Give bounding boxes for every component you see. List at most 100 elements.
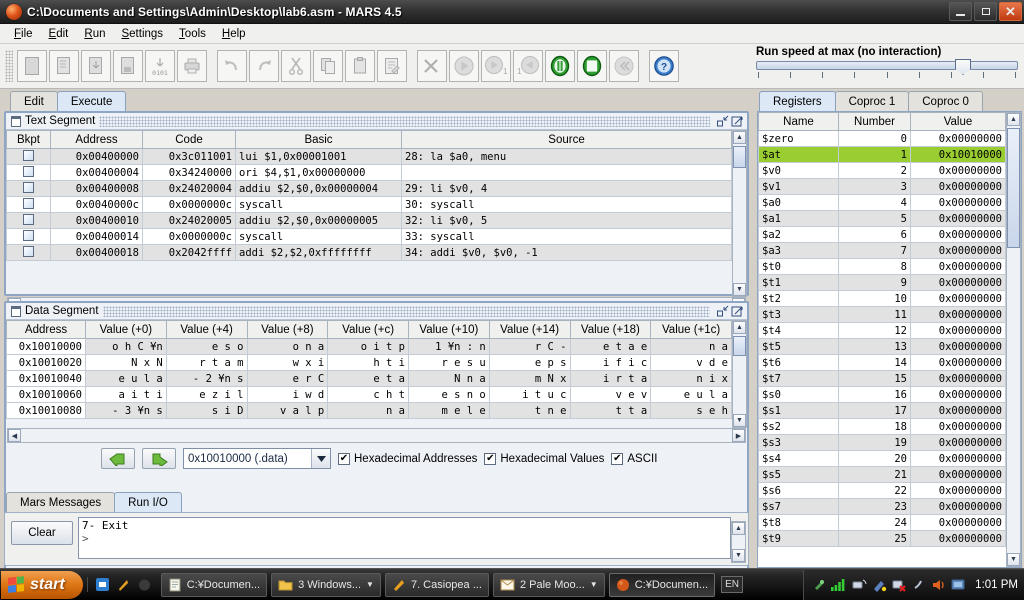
register-row[interactable]: $s3 19 0x00000000: [758, 434, 1006, 451]
open-file-button[interactable]: [49, 50, 79, 82]
save-file-button[interactable]: [81, 50, 111, 82]
antivirus-icon[interactable]: [872, 578, 887, 592]
undo-button[interactable]: [217, 50, 247, 82]
network-icon[interactable]: [852, 578, 867, 592]
table-row[interactable]: 0x10010040 e u l a- 2 ¥n se r C e t aN n …: [6, 370, 732, 387]
taskbar-item[interactable]: C:¥Documen...: [608, 572, 716, 597]
register-row[interactable]: $at 1 0x10010000: [758, 146, 1006, 163]
text-segment-maximize-button[interactable]: [731, 115, 744, 128]
display-icon[interactable]: [951, 578, 966, 592]
table-row[interactable]: 0x00400010 0x24020005 addiu $2,$0,0x000000…: [6, 212, 732, 229]
table-row[interactable]: 0x10010080- 3 ¥n ss i Dv a l pn am e l e…: [6, 402, 732, 419]
paste-button[interactable]: [345, 50, 375, 82]
register-row[interactable]: $a0 4 0x00000000: [758, 194, 1006, 211]
tab-coproc1[interactable]: Coproc 1: [834, 91, 910, 111]
register-row[interactable]: $t3 11 0x00000000: [758, 306, 1006, 323]
breakpoint-checkbox[interactable]: [6, 212, 51, 229]
prev-segment-button[interactable]: [101, 448, 135, 469]
register-row[interactable]: $v0 2 0x00000000: [758, 162, 1006, 179]
menu-item-help[interactable]: Help: [214, 26, 254, 42]
tab-mars-messages[interactable]: Mars Messages: [6, 492, 116, 512]
register-row[interactable]: $s4 20 0x00000000: [758, 450, 1006, 467]
menu-item-file[interactable]: File: [6, 26, 41, 42]
table-row[interactable]: 0x0040000c 0x0000000c syscall 30: syscall: [6, 196, 732, 213]
usb-icon[interactable]: [812, 578, 826, 592]
dump-memory-button[interactable]: 0101: [145, 50, 175, 82]
tab-registers[interactable]: Registers: [759, 91, 836, 111]
reset-button[interactable]: [609, 50, 639, 82]
redo-button[interactable]: [249, 50, 279, 82]
segment-select[interactable]: 0x10010000 (.data): [183, 448, 331, 469]
taskbar-item[interactable]: 2 Pale Moo... ▼: [492, 572, 605, 597]
scroll-up-arrow[interactable]: ▲: [733, 131, 746, 144]
taskbar-item[interactable]: C:¥Documen...: [160, 572, 268, 597]
hex-values-checkbox[interactable]: ✔ Hexadecimal Values: [484, 452, 604, 465]
network-error-icon[interactable]: [892, 578, 907, 592]
scroll-thumb[interactable]: [733, 146, 746, 168]
breakpoint-checkbox[interactable]: [6, 164, 51, 181]
find-replace-button[interactable]: [377, 50, 407, 82]
register-row[interactable]: $t5 13 0x00000000: [758, 338, 1006, 355]
register-row[interactable]: $s1 17 0x00000000: [758, 402, 1006, 419]
data-segment-vscrollbar[interactable]: ▲ ▼: [732, 320, 747, 428]
tab-execute[interactable]: Execute: [56, 91, 127, 111]
toolbar-drag-handle[interactable]: [5, 50, 13, 82]
ascii-checkbox[interactable]: ✔ ASCII: [611, 452, 657, 465]
text-segment-vscrollbar[interactable]: ▲ ▼: [732, 130, 747, 297]
register-row[interactable]: $t0 8 0x00000000: [758, 258, 1006, 275]
breakpoint-checkbox[interactable]: [6, 180, 51, 197]
start-button[interactable]: start: [1, 570, 83, 599]
signal-bars-icon[interactable]: [831, 578, 847, 592]
data-segment-hscrollbar[interactable]: ◀ ▶: [7, 428, 746, 443]
close-button[interactable]: ✕: [999, 2, 1022, 21]
menu-item-run[interactable]: Run: [76, 26, 113, 42]
tab-run-io[interactable]: Run I/O: [114, 492, 182, 512]
register-row[interactable]: $s6 22 0x00000000: [758, 482, 1006, 499]
scroll-right-arrow[interactable]: ▶: [732, 429, 745, 442]
volume-icon[interactable]: [931, 578, 946, 592]
data-segment-minimize-button[interactable]: [716, 305, 729, 318]
register-row[interactable]: $t6 14 0x00000000: [758, 354, 1006, 371]
register-row[interactable]: $t7 15 0x00000000: [758, 370, 1006, 387]
run-speed-slider[interactable]: [756, 59, 1018, 75]
run-io-console[interactable]: 7- Exit >: [78, 517, 731, 559]
text-segment-minimize-button[interactable]: [716, 115, 729, 128]
print-button[interactable]: [177, 50, 207, 82]
run-button[interactable]: [449, 50, 479, 82]
shield-icon[interactable]: [912, 578, 926, 592]
stop-button[interactable]: [577, 50, 607, 82]
step-backward-button[interactable]: 1: [513, 50, 543, 82]
next-segment-button[interactable]: [142, 448, 176, 469]
table-row[interactable]: 0x00400004 0x34240000 ori $4,$1,0x00000000: [6, 164, 732, 181]
register-row[interactable]: $s7 23 0x00000000: [758, 498, 1006, 515]
menu-item-settings[interactable]: Settings: [113, 26, 171, 42]
table-row[interactable]: 0x10010060 a i t ie z i li w dc h te s n …: [6, 386, 732, 403]
chevron-down-icon[interactable]: ▼: [590, 580, 598, 589]
copy-button[interactable]: [313, 50, 343, 82]
register-row[interactable]: $a3 7 0x00000000: [758, 242, 1006, 259]
register-row[interactable]: $s5 21 0x00000000: [758, 466, 1006, 483]
scroll-down-arrow[interactable]: ▼: [1007, 553, 1020, 566]
cut-button[interactable]: [281, 50, 311, 82]
outlook-express-icon[interactable]: [95, 577, 110, 592]
scroll-thumb[interactable]: [1007, 128, 1020, 248]
breakpoint-checkbox[interactable]: [6, 148, 51, 165]
register-row[interactable]: $t4 12 0x00000000: [758, 322, 1006, 339]
register-row[interactable]: $t1 9 0x00000000: [758, 274, 1006, 291]
table-row[interactable]: 0x10010020 N x Nr t a mw x i h t ir e s …: [6, 354, 732, 371]
step-forward-button[interactable]: 1: [481, 50, 511, 82]
chevron-down-icon[interactable]: [311, 449, 330, 468]
scroll-thumb[interactable]: [733, 336, 746, 356]
breakpoint-checkbox[interactable]: [6, 244, 51, 261]
scroll-up-arrow[interactable]: ▲: [732, 522, 745, 535]
hex-addresses-checkbox[interactable]: ✔ Hexadecimal Addresses: [338, 452, 477, 465]
save-as-button[interactable]: [113, 50, 143, 82]
scroll-left-arrow[interactable]: ◀: [8, 429, 21, 442]
data-segment-maximize-button[interactable]: [731, 305, 744, 318]
breakpoint-checkbox[interactable]: [6, 228, 51, 245]
register-row[interactable]: $t2 10 0x00000000: [758, 290, 1006, 307]
table-row[interactable]: 0x00400018 0x2042ffff addi $2,$2,0xfffffff…: [6, 244, 732, 261]
register-row[interactable]: $t9 25 0x00000000: [758, 530, 1006, 547]
register-row[interactable]: $v1 3 0x00000000: [758, 178, 1006, 195]
console-vscrollbar[interactable]: ▲ ▼: [731, 521, 746, 563]
